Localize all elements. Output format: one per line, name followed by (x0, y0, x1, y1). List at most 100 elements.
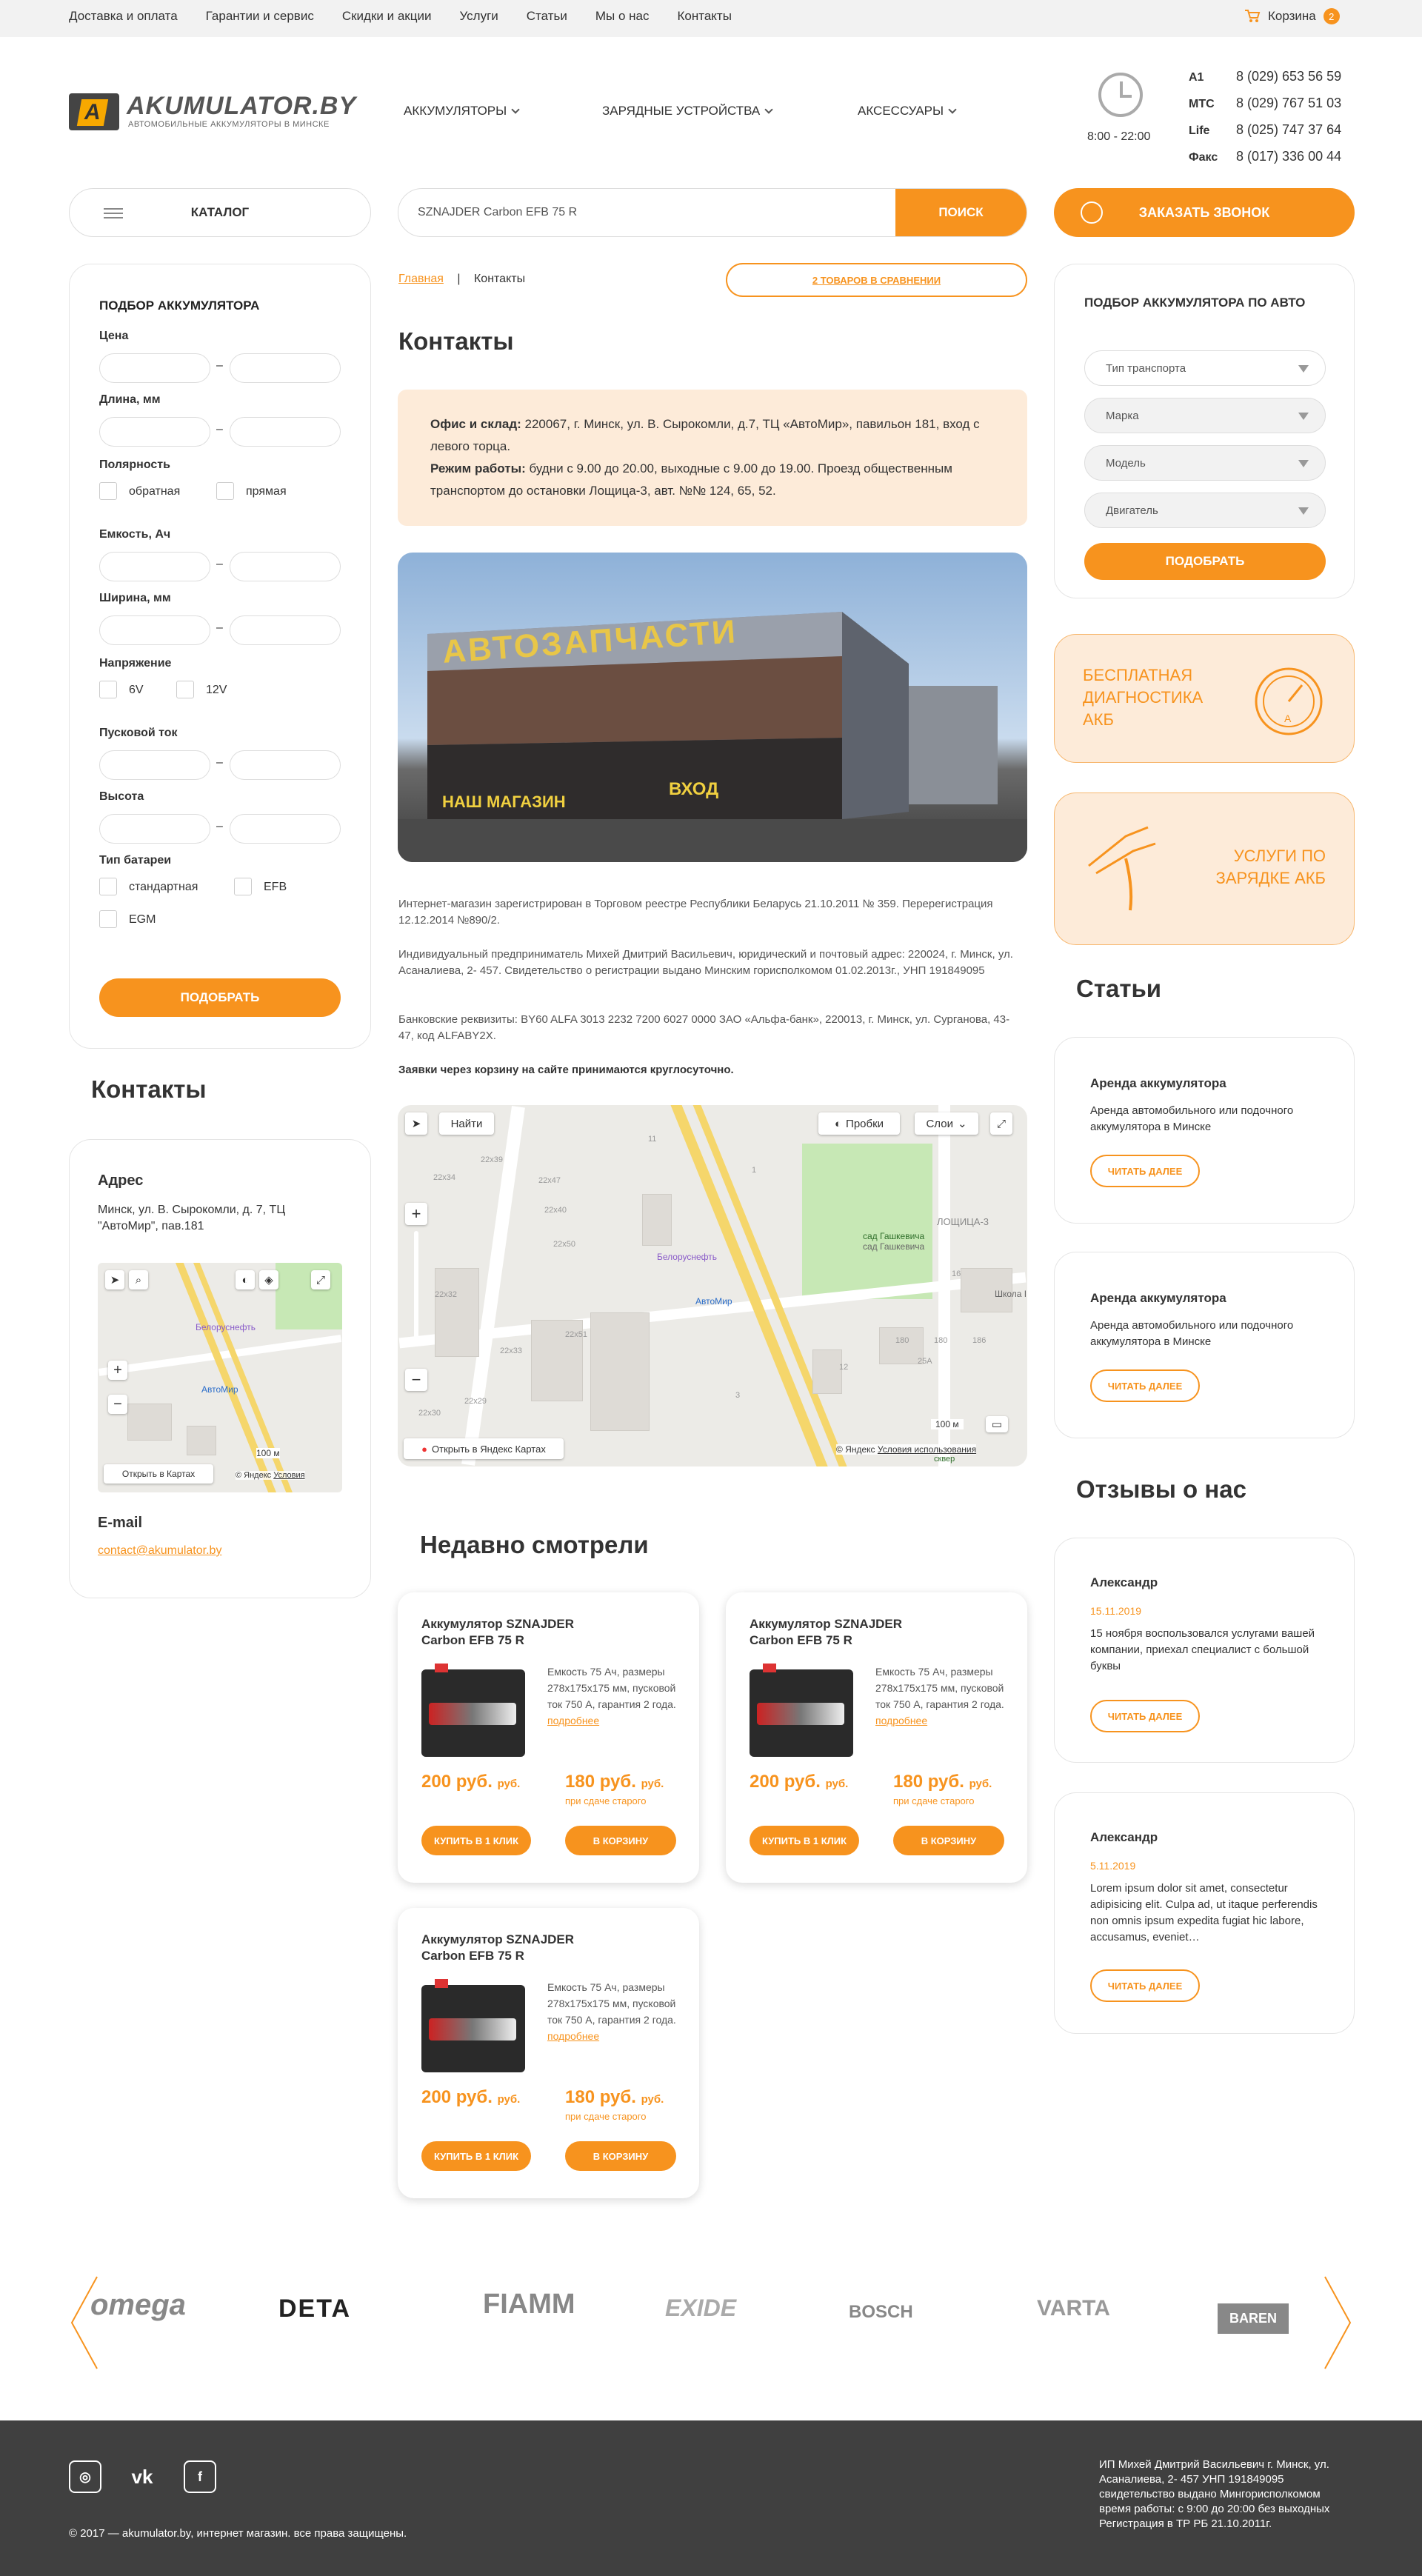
compare-button[interactable]: 2 ТОВАРОВ В СРАВНЕНИИ (726, 263, 1027, 297)
menu-accessories[interactable]: АКСЕССУАРЫ (858, 104, 957, 119)
vk-icon[interactable]: vk (126, 2460, 158, 2493)
product-image[interactable] (421, 1664, 525, 1757)
type-egm-checkbox[interactable] (99, 910, 117, 928)
make-select[interactable]: Марка (1084, 398, 1326, 433)
contacts-map[interactable]: ➤ Найти ◐ Пробки Слои ⌄ ⤢ + − сад Гашкевич… (398, 1105, 1027, 1466)
buy-one-click-button[interactable]: КУПИТЬ В 1 КЛИК (421, 1826, 531, 1855)
search-icon[interactable]: ⌕ (129, 1270, 148, 1289)
product-more-link[interactable]: подробнее (875, 1715, 927, 1726)
article-title[interactable]: Аренда аккумулятора (1090, 1076, 1226, 1091)
type-efb-checkbox[interactable] (234, 878, 252, 895)
product-image[interactable] (421, 1979, 525, 2072)
nav-warranty[interactable]: Гарантии и сервис (206, 9, 314, 24)
fullscreen-icon[interactable]: ⤢ (990, 1112, 1012, 1135)
brands-next-arrow[interactable] (1323, 2275, 1353, 2370)
brand-logo-baren[interactable]: BAREN (1218, 2303, 1289, 2334)
small-map[interactable]: ➤ ⌕ ◐ ◈ ⤢ + − Белоруснефть АвтоМир 100 м… (98, 1263, 342, 1492)
type-standard-checkbox[interactable] (99, 878, 117, 895)
product-image[interactable] (750, 1664, 853, 1757)
phone-fax[interactable]: Факс 8 (017) 336 00 44 (1189, 144, 1341, 170)
add-to-cart-button[interactable]: В КОРЗИНУ (893, 1826, 1004, 1855)
fullscreen-icon[interactable]: ⤢ (311, 1270, 330, 1289)
article-title[interactable]: Аренда аккумулятора (1090, 1291, 1226, 1306)
email-link[interactable]: contact@akumulator.by (98, 1544, 221, 1558)
nav-discounts[interactable]: Скидки и акции (342, 9, 432, 24)
read-more-button[interactable]: ЧИТАТЬ ДАЛЕЕ (1090, 1700, 1200, 1732)
buy-one-click-button[interactable]: КУПИТЬ В 1 КЛИК (421, 2141, 531, 2171)
brand-logo-omega[interactable]: omega (90, 2289, 186, 2322)
search-input[interactable] (398, 189, 895, 236)
facebook-icon[interactable]: f (184, 2460, 216, 2493)
transport-type-select[interactable]: Тип транспорта (1084, 350, 1326, 386)
locate-icon[interactable]: ➤ (105, 1270, 124, 1289)
phone-a1[interactable]: A1 8 (029) 653 56 59 (1189, 64, 1341, 90)
zoom-in-button[interactable]: + (108, 1361, 127, 1380)
phone-mts[interactable]: МТС 8 (029) 767 51 03 (1189, 90, 1341, 117)
brand-logo-exide[interactable]: EXIDE (665, 2295, 736, 2322)
open-in-maps-link[interactable]: Открыть в Картах (104, 1464, 213, 1484)
cart-link[interactable]: Корзина 2 (1244, 8, 1340, 24)
traffic-icon[interactable]: ◐ (236, 1270, 255, 1289)
capacity-from-input[interactable] (99, 552, 210, 581)
menu-batteries[interactable]: АККУМУЛЯТОРЫ (404, 104, 520, 119)
search-button[interactable]: ПОИСК (895, 189, 1027, 236)
add-to-cart-button[interactable]: В КОРЗИНУ (565, 2141, 676, 2171)
menu-chargers[interactable]: ЗАРЯДНЫЕ УСТРОЙСТВА (602, 104, 773, 119)
layers-button[interactable]: Слои ⌄ (915, 1112, 978, 1135)
read-more-button[interactable]: ЧИТАТЬ ДАЛЕЕ (1090, 1369, 1200, 1402)
buy-one-click-button[interactable]: КУПИТЬ В 1 КЛИК (750, 1826, 859, 1855)
price-to-input[interactable] (230, 353, 341, 383)
add-to-cart-button[interactable]: В КОРЗИНУ (565, 1826, 676, 1855)
polarity-reverse-checkbox[interactable] (99, 482, 117, 500)
read-more-button[interactable]: ЧИТАТЬ ДАЛЕЕ (1090, 1155, 1200, 1187)
phone-life[interactable]: Life 8 (025) 747 37 64 (1189, 117, 1341, 144)
read-more-button[interactable]: ЧИТАТЬ ДАЛЕЕ (1090, 1969, 1200, 2002)
nav-services[interactable]: Услуги (459, 9, 498, 24)
polarity-direct-checkbox[interactable] (216, 482, 234, 500)
brand-logo-deta[interactable]: DETA (278, 2295, 351, 2323)
nav-contacts[interactable]: Контакты (677, 9, 731, 24)
promo-charging-services[interactable]: УСЛУГИ ПО ЗАРЯДКЕ АКБ (1054, 793, 1355, 945)
layers-icon[interactable]: ◈ (259, 1270, 278, 1289)
model-select[interactable]: Модель (1084, 445, 1326, 481)
start-to-input[interactable] (230, 750, 341, 780)
width-to-input[interactable] (230, 615, 341, 645)
filter-submit-button[interactable]: ПОДОБРАТЬ (99, 978, 341, 1017)
nav-delivery[interactable]: Доставка и оплата (69, 9, 178, 24)
instagram-icon[interactable]: ◎ (69, 2460, 101, 2493)
nav-articles[interactable]: Статьи (527, 9, 567, 24)
open-in-yandex-maps-link[interactable]: ● Открыть в Яндекс Картах (404, 1438, 564, 1459)
product-name[interactable]: Аккумулятор SZNAJDER Carbon EFB 75 R (421, 1932, 599, 1964)
breadcrumb-home[interactable]: Главная (398, 273, 444, 285)
product-name[interactable]: Аккумулятор SZNAJDER Carbon EFB 75 R (421, 1616, 599, 1649)
nav-about[interactable]: Мы о нас (595, 9, 650, 24)
map-find-button[interactable]: Найти (439, 1112, 494, 1135)
engine-select[interactable]: Двигатель (1084, 493, 1326, 528)
length-to-input[interactable] (230, 417, 341, 447)
zoom-slider[interactable] (414, 1231, 418, 1342)
product-more-link[interactable]: подробнее (547, 1715, 599, 1726)
brand-logo-bosch[interactable]: BOSCH (849, 2302, 913, 2323)
locate-icon[interactable]: ➤ (405, 1112, 427, 1135)
order-call-button[interactable]: ЗАКАЗАТЬ ЗВОНОК (1054, 188, 1355, 237)
start-from-input[interactable] (99, 750, 210, 780)
product-more-link[interactable]: подробнее (547, 2030, 599, 2042)
ruler-icon[interactable]: ▭ (986, 1416, 1008, 1432)
zoom-in-button[interactable]: + (405, 1203, 427, 1225)
price-from-input[interactable] (99, 353, 210, 383)
brand-logo-fiamm[interactable]: FIAMM (483, 2289, 575, 2320)
width-from-input[interactable] (99, 615, 210, 645)
zoom-out-button[interactable]: − (405, 1369, 427, 1391)
zoom-out-button[interactable]: − (108, 1395, 127, 1414)
voltage-6v-checkbox[interactable] (99, 681, 117, 698)
traffic-button[interactable]: ◐ Пробки (818, 1112, 900, 1135)
length-from-input[interactable] (99, 417, 210, 447)
product-name[interactable]: Аккумулятор SZNAJDER Carbon EFB 75 R (750, 1616, 927, 1649)
site-logo[interactable]: AKUMULATOR.BY АВТОМОБИЛЬНЫЕ АККУМУЛЯТОРЫ… (69, 90, 356, 135)
catalog-button[interactable]: КАТАЛОГ (69, 188, 371, 237)
capacity-to-input[interactable] (230, 552, 341, 581)
height-from-input[interactable] (99, 814, 210, 844)
height-to-input[interactable] (230, 814, 341, 844)
auto-select-button[interactable]: ПОДОБРАТЬ (1084, 543, 1326, 580)
voltage-12v-checkbox[interactable] (176, 681, 194, 698)
